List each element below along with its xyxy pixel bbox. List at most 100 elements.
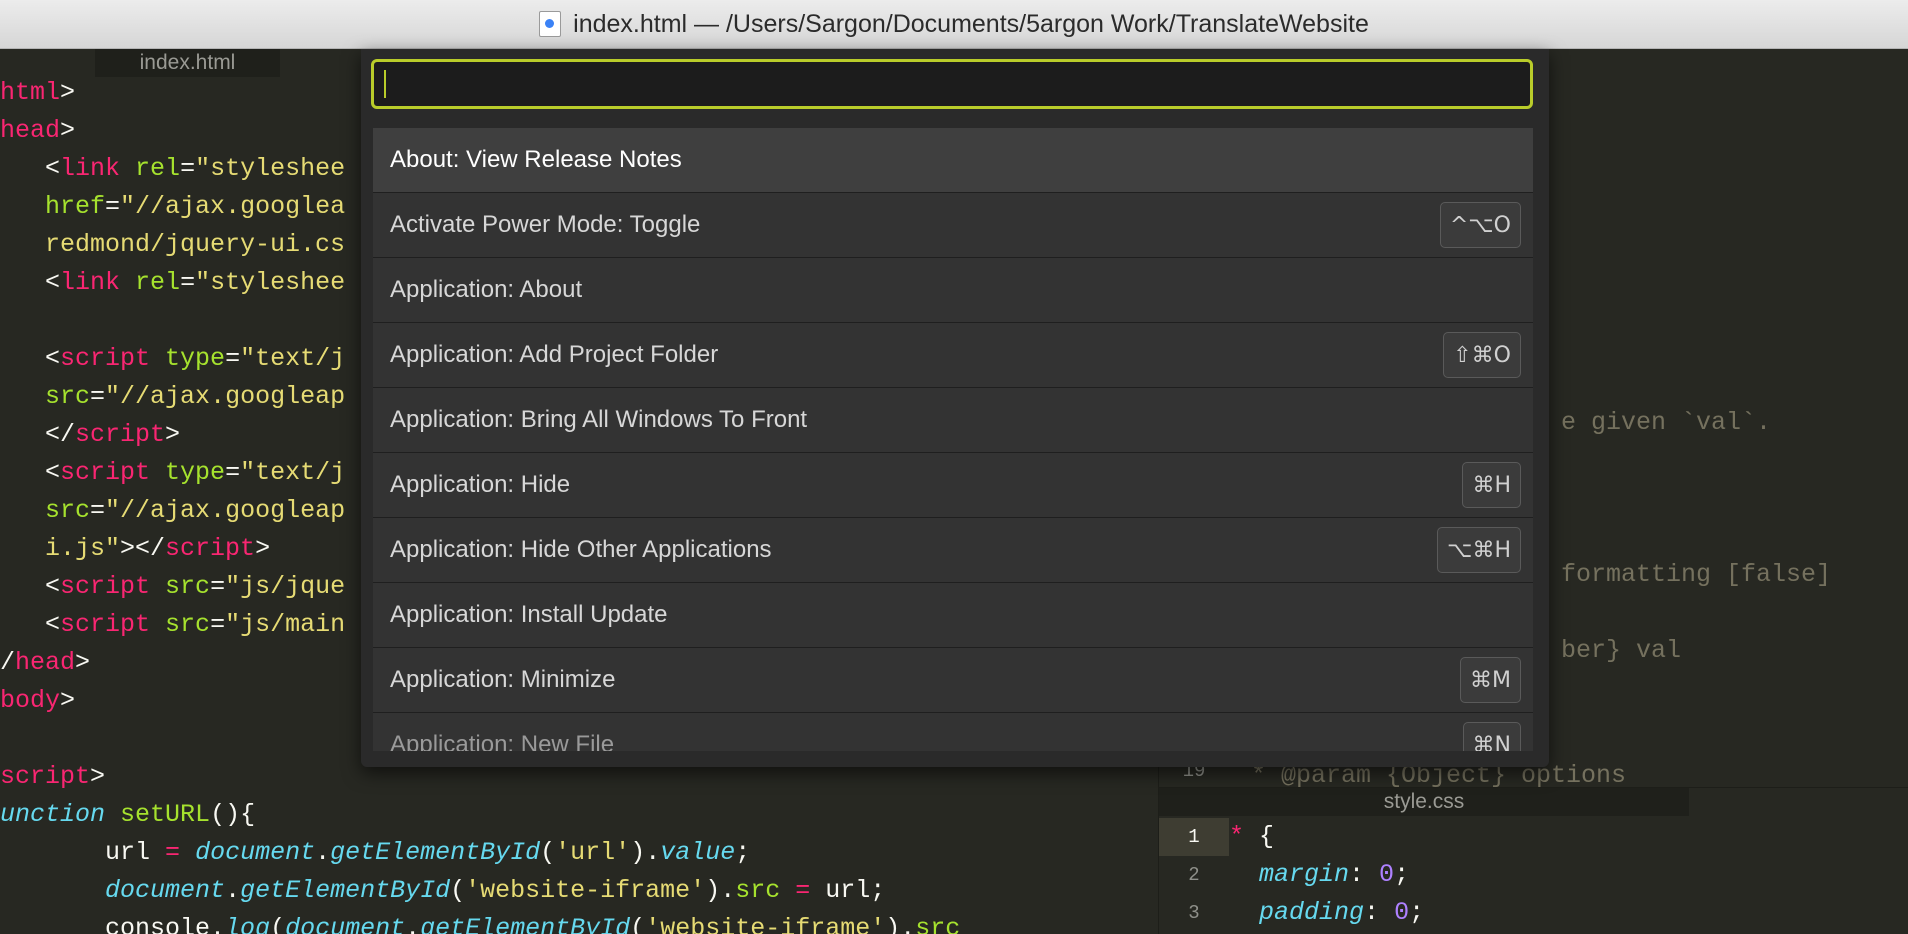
code-token: ></	[120, 534, 166, 563]
tab-style-css[interactable]: style.css	[1159, 788, 1689, 816]
tab-index-html[interactable]: index.html	[95, 49, 280, 77]
code-token: "//ajax.googleap	[105, 382, 346, 411]
code-token: script	[165, 534, 256, 563]
command-item[interactable]: Application: Minimize ⌘M	[373, 648, 1533, 713]
html-file-icon	[539, 11, 562, 37]
code-token: setURL	[120, 800, 211, 829]
code-fragment: e given `val`.	[1561, 408, 1772, 437]
code-token: <	[0, 344, 61, 373]
code-token: value	[660, 838, 736, 867]
code-token: :	[1364, 898, 1395, 927]
command-item[interactable]: Application: Bring All Windows To Front	[373, 388, 1533, 453]
code-token: "text/j	[240, 458, 346, 487]
keyboard-shortcut-badge: ⌘M	[1460, 657, 1521, 703]
code-token: /	[0, 648, 16, 677]
code-fragment: ber} val	[1561, 636, 1682, 665]
code-token: src	[165, 572, 211, 601]
code-token: src	[915, 914, 961, 934]
command-item[interactable]: Application: Install Update	[373, 583, 1533, 648]
code-token: =	[180, 268, 196, 297]
code-token: .	[405, 914, 421, 934]
code-token: .	[225, 876, 241, 905]
code-token: script	[60, 572, 151, 601]
code-token: type	[165, 458, 226, 487]
code-token: document	[105, 876, 226, 905]
code-token: =	[225, 344, 241, 373]
keyboard-shortcut-badge: ^⌥O	[1439, 202, 1521, 248]
code-token: <	[0, 458, 61, 487]
code-token: "js/jque	[225, 572, 346, 601]
code-token: getElementById	[330, 838, 541, 867]
code-token: >	[60, 78, 76, 107]
line-number-gutter: 1 2 3	[1159, 818, 1229, 932]
command-label: Application: Add Project Folder	[390, 341, 719, 368]
code-token: 0	[1394, 898, 1410, 927]
code-token: padding	[1259, 898, 1365, 927]
command-palette: About: View Release Notes Activate Power …	[361, 49, 1549, 767]
command-item[interactable]: Application: New File ⌘N	[373, 713, 1533, 751]
command-item[interactable]: Application: About	[373, 258, 1533, 323]
keyboard-shortcut-badge: ⌘N	[1462, 722, 1521, 751]
command-item[interactable]: About: View Release Notes	[373, 128, 1533, 193]
code-token: <	[0, 610, 61, 639]
code-token: script	[0, 762, 91, 791]
command-item[interactable]: Activate Power Mode: Toggle ^⌥O	[373, 193, 1533, 258]
code-token: 'website-iframe'	[645, 914, 886, 934]
code-token: html	[0, 78, 61, 107]
code-token: .	[315, 838, 331, 867]
command-label: Activate Power Mode: Toggle	[390, 211, 701, 238]
code-token: =	[90, 382, 106, 411]
code-token: "js/main	[225, 610, 346, 639]
code-token: ;	[1409, 898, 1425, 927]
command-label: Application: Minimize	[390, 666, 616, 693]
code-token: =	[180, 154, 196, 183]
code-token: {	[1259, 822, 1275, 851]
code-token: ).	[885, 914, 916, 934]
code-token: "//ajax.googlea	[120, 192, 346, 221]
code-token: ).	[705, 876, 736, 905]
line-number: 1	[1159, 818, 1229, 856]
line-number: 2	[1188, 864, 1200, 886]
code-token: (){	[210, 800, 256, 829]
code-token: i.js"	[0, 534, 121, 563]
code-token: <	[0, 268, 61, 297]
code-token: *	[1229, 822, 1260, 851]
window-title: index.html — /Users/Sargon/Documents/5ar…	[573, 9, 1369, 38]
code-line: padding: 0;	[1229, 894, 1424, 932]
code-token: >	[60, 686, 76, 715]
code-token: document	[195, 838, 316, 867]
code-token: >	[75, 648, 91, 677]
editor-split-bottom[interactable]: style.css 1 2 3 * { margin: 0; padding: 0;	[1159, 787, 1908, 934]
code-token: head	[15, 648, 76, 677]
keyboard-shortcut-badge: ⇧⌘O	[1443, 332, 1521, 378]
command-label: Application: About	[390, 276, 583, 303]
code-token: =	[795, 876, 811, 905]
keyboard-shortcut-badge: ⌥⌘H	[1437, 527, 1521, 573]
code-token: type	[165, 344, 226, 373]
command-list[interactable]: About: View Release Notes Activate Power …	[373, 128, 1533, 751]
code-token: =	[105, 192, 121, 221]
command-palette-search[interactable]	[371, 59, 1533, 109]
command-search-input[interactable]	[374, 62, 1530, 106]
command-item[interactable]: Application: Add Project Folder ⇧⌘O	[373, 323, 1533, 388]
code-token: =	[90, 496, 106, 525]
command-item[interactable]: Application: Hide ⌘H	[373, 453, 1533, 518]
code-token: 0	[1379, 860, 1395, 889]
command-label: Application: Hide	[390, 471, 571, 498]
command-item[interactable]: Application: Hide Other Applications ⌥⌘H	[373, 518, 1533, 583]
code-token: src	[165, 610, 211, 639]
code-token: unction	[0, 800, 106, 829]
code-token: ).	[630, 838, 661, 867]
code-token: link	[60, 154, 121, 183]
code-editor-style-css[interactable]: * { margin: 0; padding: 0;	[1229, 818, 1424, 932]
code-token: log	[225, 914, 271, 934]
